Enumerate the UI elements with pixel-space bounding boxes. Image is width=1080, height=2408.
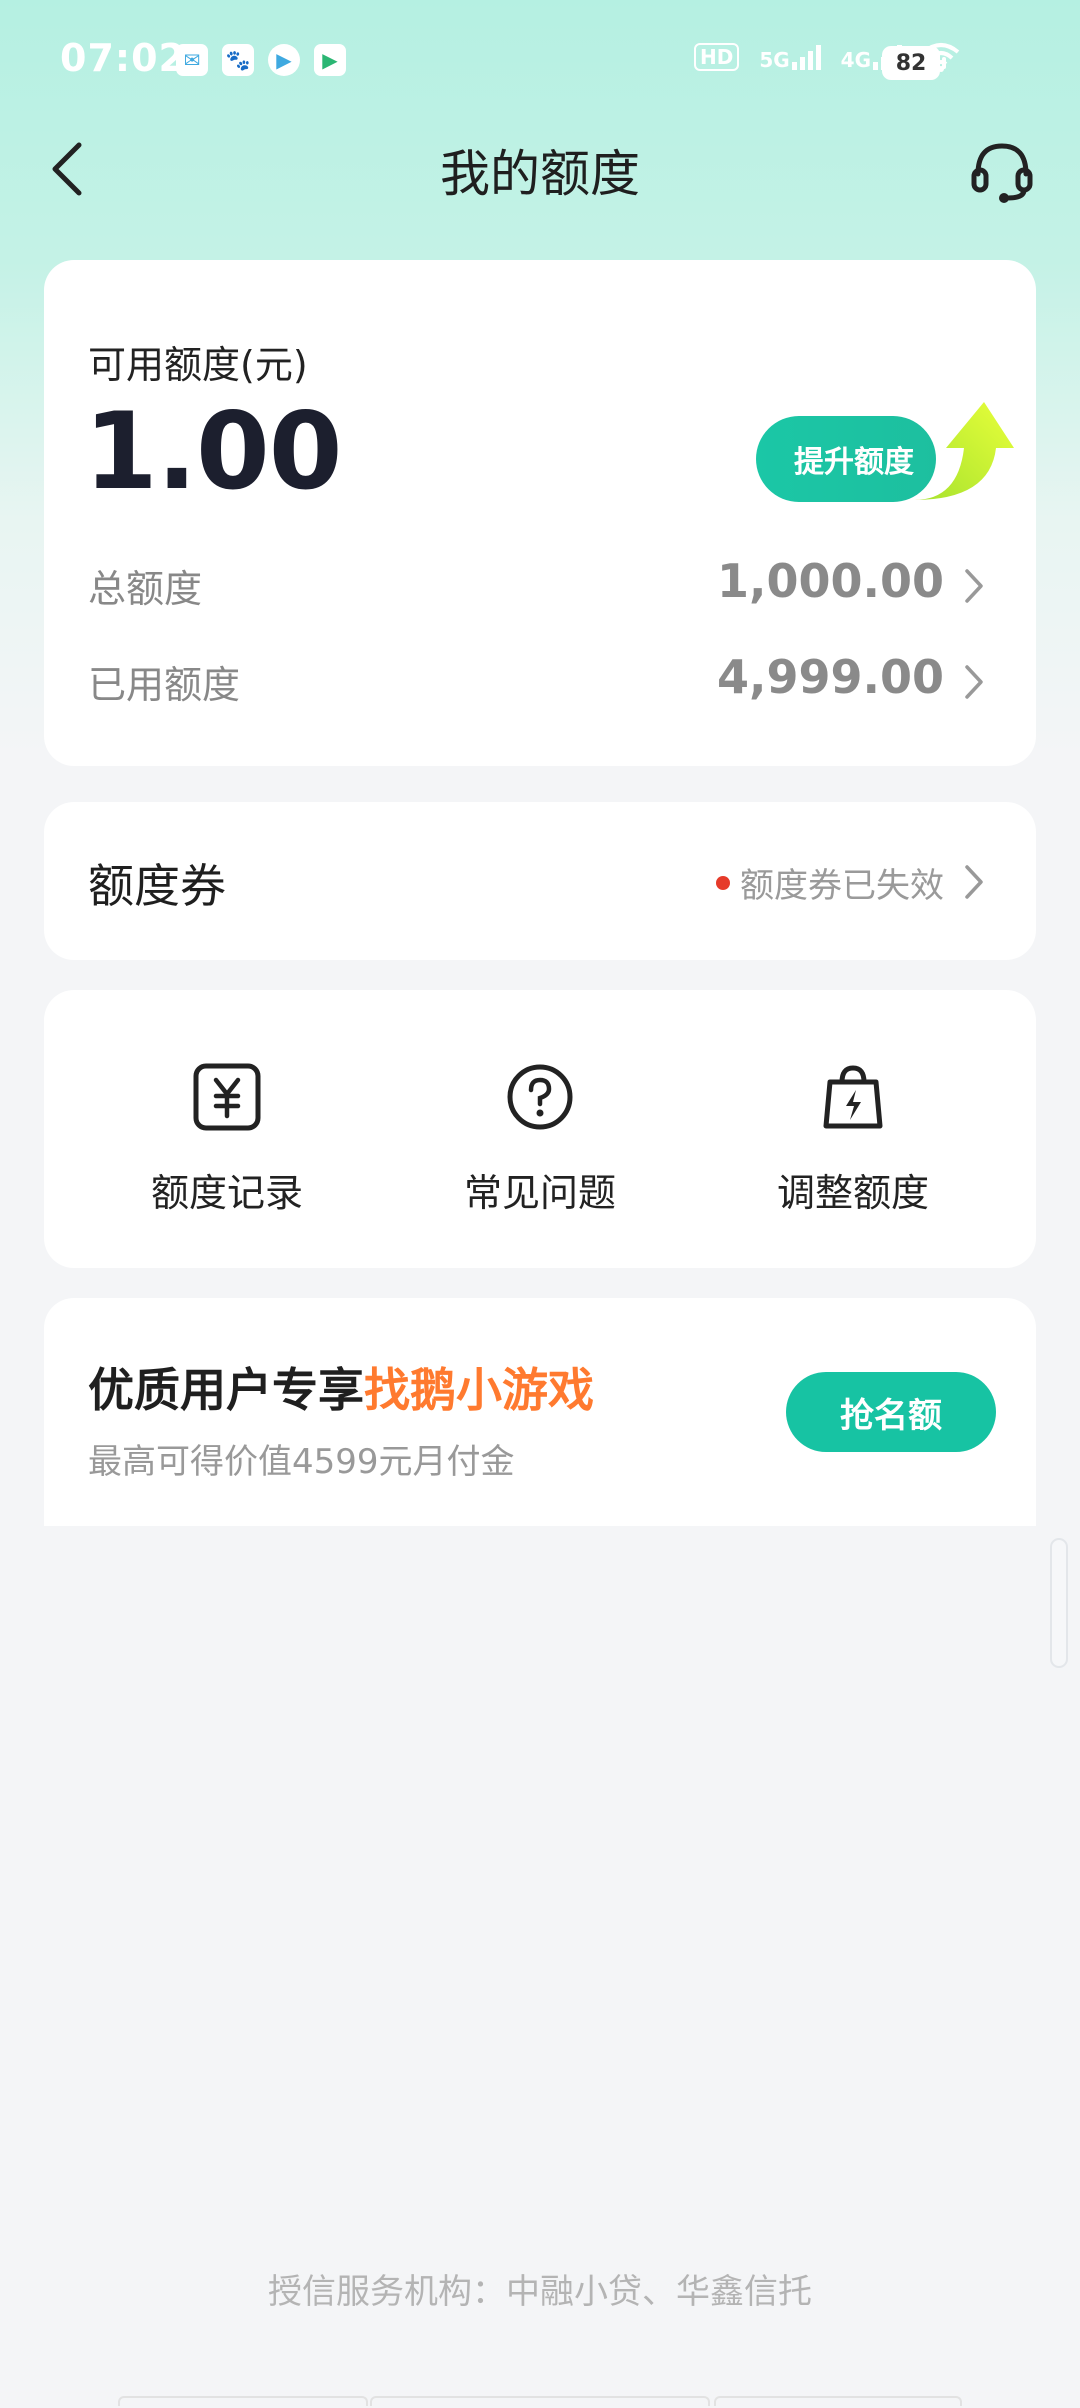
menu-label: 额度记录 bbox=[150, 1171, 303, 1215]
promo-title-prefix: 优质用户专享 bbox=[88, 1363, 364, 1417]
menu-item-quota-records[interactable]: 额度记录 bbox=[102, 1062, 352, 1217]
total-quota-value: 1,000.00 bbox=[717, 554, 944, 608]
used-quota-text: 已用额度 bbox=[88, 663, 241, 707]
home-indicator bbox=[370, 2396, 710, 2406]
question-circle-icon bbox=[507, 1064, 573, 1130]
promo-subtitle: 最高可得价值4599元月付金 bbox=[88, 1442, 515, 1482]
coupon-status: 额度券已失效 bbox=[716, 858, 944, 907]
total-quota-text: 总额度 bbox=[88, 567, 203, 611]
coupon-title: 额度券 bbox=[88, 859, 226, 913]
status-bar: 07:02 ✉ 🐾 ▶ ▶ HD 5G 4G 82 bbox=[0, 0, 1080, 126]
used-quota-row[interactable]: 已用额度 4,999.00 bbox=[44, 646, 1036, 726]
available-quota-label: 可用额度(元) bbox=[88, 343, 308, 387]
chevron-right-icon bbox=[965, 865, 983, 899]
status-time: 07:02 bbox=[60, 36, 186, 80]
up-arrow-icon bbox=[914, 402, 1014, 500]
menu-item-faq[interactable]: 常见问题 bbox=[415, 1062, 665, 1217]
alert-dot bbox=[716, 875, 730, 890]
video-icon: ▶ bbox=[268, 44, 300, 76]
available-quota-value: 1.00 bbox=[84, 390, 343, 513]
nav-bar: 我的额度 bbox=[0, 126, 1080, 212]
chevron-right-icon bbox=[965, 569, 983, 603]
notification-icons: ✉ 🐾 ▶ ▶ bbox=[176, 44, 346, 76]
signal-5g-icon: 5G bbox=[759, 44, 821, 70]
promo-card[interactable]: 优质用户专享找鹅小游戏 最高可得价值4599元月付金 抢名额 bbox=[44, 1298, 1036, 1526]
menu-item-adjust-quota[interactable]: 调整额度 bbox=[728, 1062, 978, 1217]
total-quota-row[interactable]: 总额度 1,000.00 bbox=[44, 550, 1036, 630]
mail-icon: ✉ bbox=[176, 44, 208, 76]
lightning-bag-icon bbox=[823, 1065, 883, 1129]
hd-icon: HD bbox=[693, 43, 740, 71]
coupon-status-text: 额度券已失效 bbox=[740, 866, 944, 906]
menu-label: 调整额度 bbox=[776, 1171, 929, 1215]
coupon-card[interactable]: 额度券 额度券已失效 bbox=[44, 802, 1036, 960]
chevron-right-icon bbox=[965, 665, 983, 699]
scrollbar[interactable] bbox=[1050, 1538, 1068, 1668]
promo-title-highlight: 找鹅小游戏 bbox=[364, 1363, 594, 1417]
home-indicator bbox=[118, 2396, 368, 2406]
menu-label: 常见问题 bbox=[463, 1171, 616, 1215]
promo-title: 优质用户专享找鹅小游戏 bbox=[88, 1354, 594, 1420]
app-store-icon: ▶ bbox=[314, 44, 346, 76]
headset-icon bbox=[971, 143, 1033, 203]
grab-spot-button[interactable]: 抢名额 bbox=[786, 1372, 996, 1452]
quick-menu-card: 额度记录 常见问题 调整额度 bbox=[44, 990, 1036, 1268]
yen-note-icon bbox=[193, 1063, 261, 1131]
home-indicator bbox=[714, 2396, 962, 2406]
customer-service-button[interactable] bbox=[968, 138, 1036, 204]
used-quota-value: 4,999.00 bbox=[717, 650, 944, 704]
baidu-icon: 🐾 bbox=[222, 44, 254, 76]
battery-indicator: 82 bbox=[882, 46, 946, 80]
footer-credit-institutions: 授信服务机构：中融小贷、华鑫信托 bbox=[268, 2272, 812, 2312]
page-title: 我的额度 bbox=[440, 145, 640, 203]
